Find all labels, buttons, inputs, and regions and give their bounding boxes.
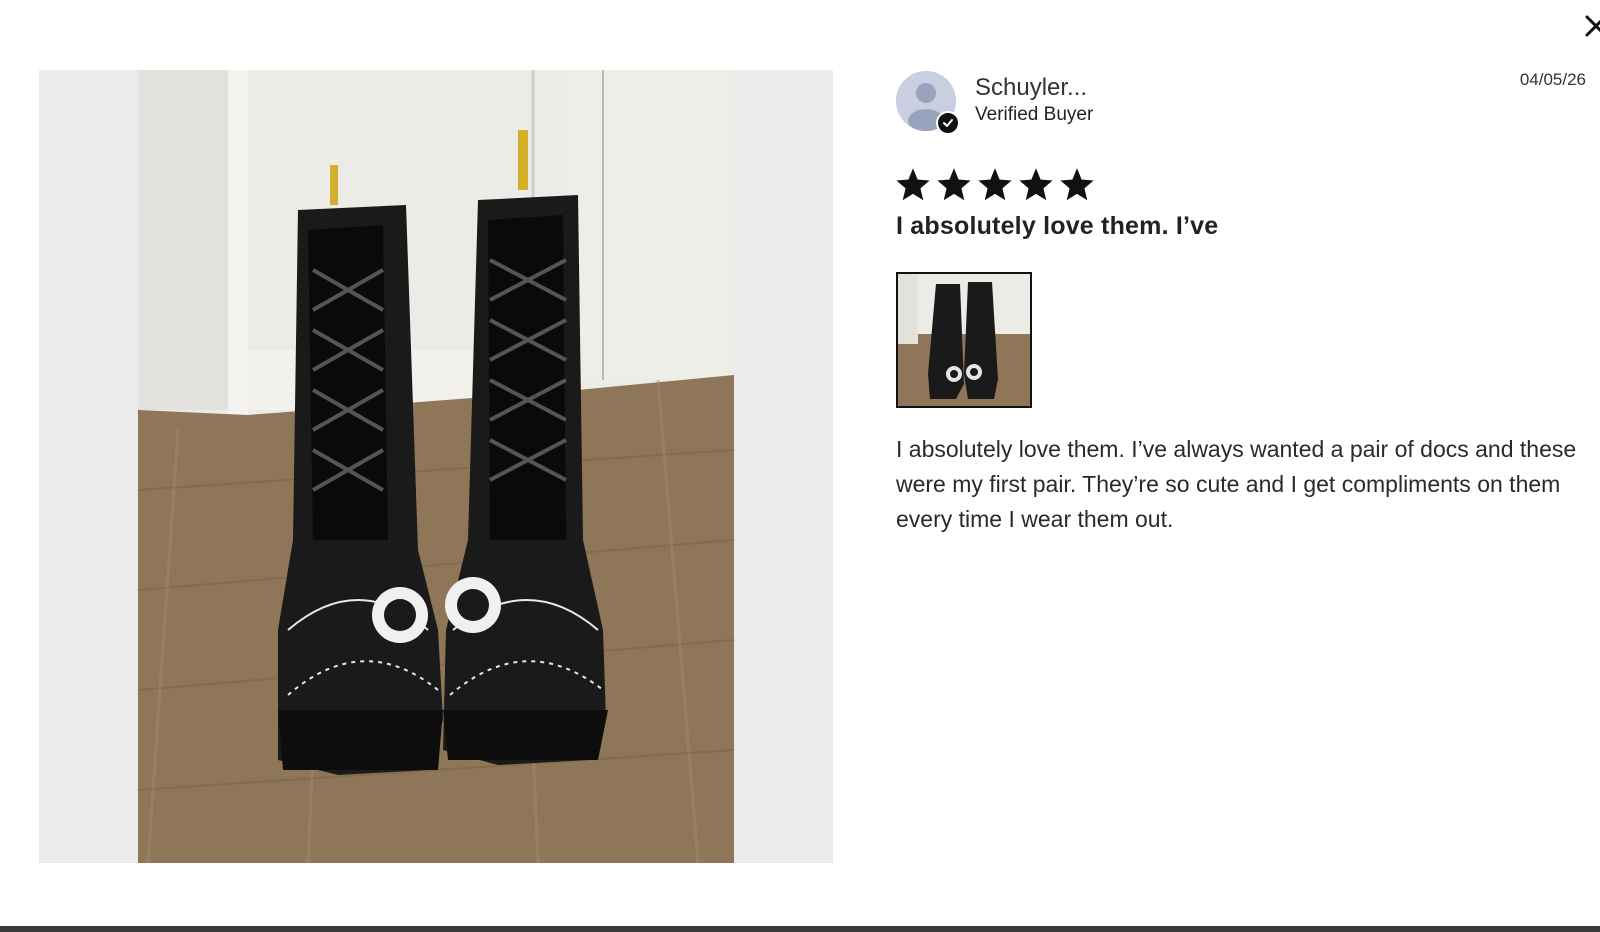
review-date: 04/05/26 bbox=[1519, 70, 1586, 89]
star-icon bbox=[1019, 168, 1053, 201]
checkmark-icon bbox=[943, 119, 953, 127]
media-viewer bbox=[39, 70, 833, 863]
star-rating bbox=[896, 168, 1094, 202]
review-detail: 04/05/26 Schuyler... Verified Buyer I ab… bbox=[896, 70, 1586, 870]
review-title: I absolutely love them. I’ve bbox=[896, 212, 1219, 240]
review-photo-thumbnail[interactable] bbox=[896, 272, 1032, 408]
bottom-edge-bar bbox=[0, 926, 1600, 932]
star-icon bbox=[1060, 168, 1094, 201]
review-body: I absolutely love them. I’ve always want… bbox=[896, 436, 1577, 532]
boots-photo-illustration bbox=[138, 70, 734, 863]
thumbnail-image bbox=[898, 274, 1030, 406]
star-icon bbox=[937, 168, 971, 201]
verified-buyer-label: Verified Buyer bbox=[975, 104, 1094, 125]
main-review-photo bbox=[138, 70, 734, 863]
star-icon bbox=[896, 168, 930, 201]
reviewer-info: Schuyler... Verified Buyer bbox=[896, 71, 1094, 135]
close-icon bbox=[1585, 15, 1600, 37]
user-avatar-icon bbox=[896, 71, 960, 135]
star-icon bbox=[978, 168, 1012, 201]
reviewer-name: Schuyler... bbox=[975, 74, 1088, 101]
verified-badge bbox=[936, 111, 960, 135]
close-button[interactable] bbox=[1584, 8, 1600, 44]
